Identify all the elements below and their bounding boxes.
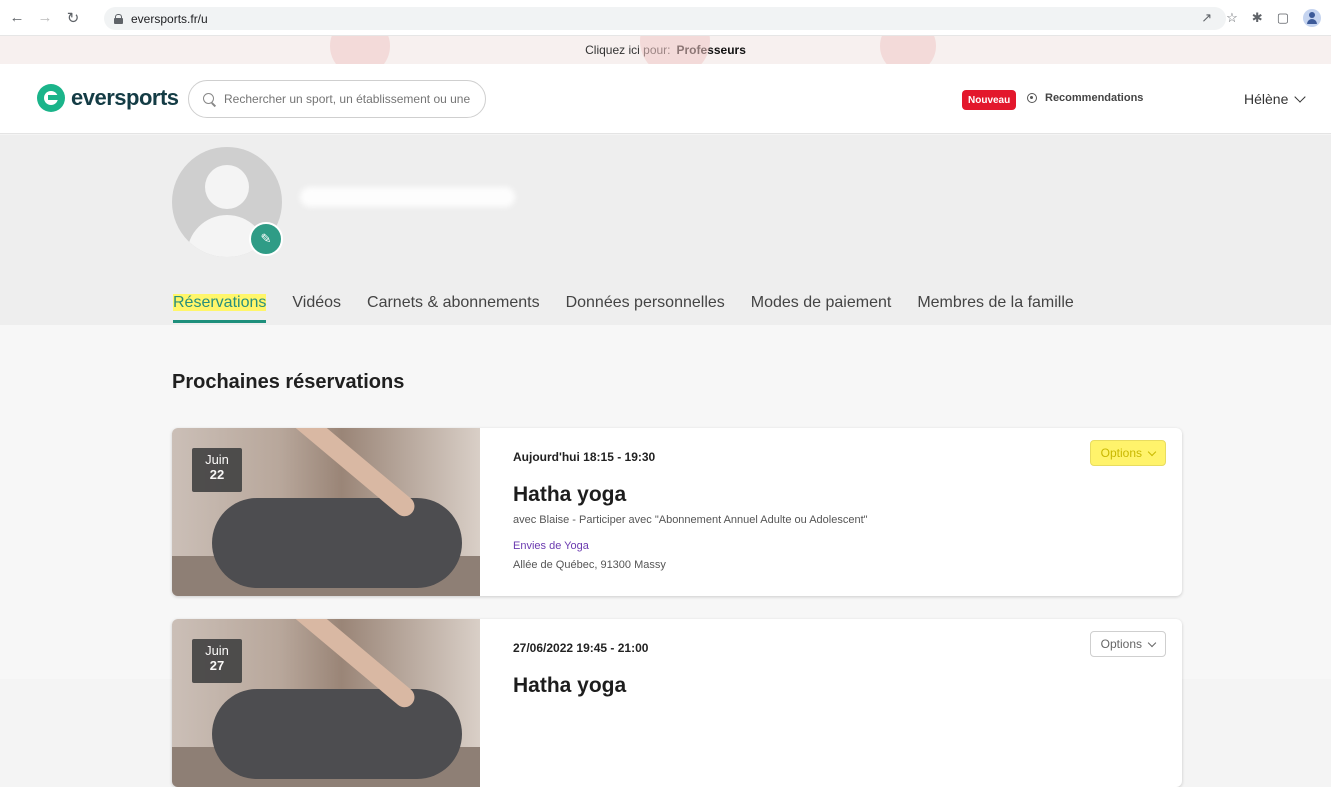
booking-title[interactable]: Hatha yoga [513,674,626,698]
extensions-icon[interactable]: ✱ [1252,10,1263,26]
search-icon [203,92,216,106]
bookmark-star-icon[interactable]: ☆ [1226,10,1238,26]
tab-videos[interactable]: Vidéos [292,294,341,323]
chevron-down-icon [1147,447,1157,456]
profile-tabs: Réservations Vidéos Carnets & abonnement… [173,294,1100,323]
reload-icon[interactable]: ↻ [62,7,84,29]
date-badge: Juin 27 [192,639,242,683]
main-content: Prochaines réservations Juin 22 Aujourd'… [0,325,1331,787]
lock-icon [114,13,123,24]
address-bar[interactable]: eversports.fr/u [104,7,1226,30]
booking-subtitle: avec Blaise - Participer avec "Abonnemen… [513,514,868,526]
booking-title[interactable]: Hatha yoga [513,483,626,507]
logo-text: eversports [71,85,179,110]
options-button[interactable]: Options [1089,631,1166,657]
tab-reservations[interactable]: Réservations [173,294,267,323]
venue-link[interactable]: Envies de Yoga [513,540,589,552]
logo[interactable]: eversports [37,84,179,112]
chevron-down-icon [1294,91,1307,103]
sidepanel-icon[interactable]: ▢ [1277,10,1289,26]
back-icon[interactable]: ← [6,7,28,29]
booking-card[interactable]: Juin 27 27/06/2022 19:45 - 21:00 Hatha y… [172,619,1182,787]
profile-icon[interactable] [1303,9,1321,27]
decor-bubble [330,36,390,64]
tab-carnets[interactable]: Carnets & abonnements [367,294,540,323]
profile-section: ✎ Réservations Vidéos Carnets & abonneme… [0,135,1331,325]
site-header: eversports Nouveau Recommendations Hélèn… [0,64,1331,134]
booking-time: 27/06/2022 19:45 - 21:00 [513,641,649,655]
recommendations-label: Recommendations [1045,92,1144,104]
pencil-icon: ✎ [260,231,272,246]
promo-banner[interactable]: Cliquez ici pour: Professeurs [0,36,1331,64]
search-input[interactable] [224,92,474,106]
user-menu[interactable]: Hélène [1244,91,1307,107]
date-badge: Juin 22 [192,448,242,492]
tab-donnees[interactable]: Données personnelles [566,294,725,323]
decor-bubble [880,36,936,64]
new-badge: Nouveau [962,90,1017,110]
tab-paiement[interactable]: Modes de paiement [751,294,892,323]
share-icon[interactable]: ↗ [1201,10,1212,26]
redacted-name [300,187,515,207]
target-icon [1027,93,1037,103]
recommendations-link[interactable]: Recommendations [1027,92,1143,104]
class-image: Juin 27 [172,619,480,787]
chevron-down-icon [1147,638,1157,647]
search-box[interactable] [188,80,486,118]
booking-card[interactable]: Juin 22 Aujourd'hui 18:15 - 19:30 Hatha … [172,428,1182,596]
section-title: Prochaines réservations [172,371,405,393]
tab-famille[interactable]: Membres de la famille [917,294,1074,323]
browser-toolbar: ← → ↻ eversports.fr/u ↗ ☆ ✱ ▢ [0,0,1331,36]
eversports-logo-icon [37,84,65,112]
decor-bubble [640,36,710,64]
user-name: Hélène [1244,91,1289,107]
url-text: eversports.fr/u [131,11,208,26]
booking-time: Aujourd'hui 18:15 - 19:30 [513,450,656,464]
class-image: Juin 22 [172,428,480,596]
venue-address: Allée de Québec, 91300 Massy [513,559,666,571]
edit-avatar-button[interactable]: ✎ [249,222,283,256]
forward-icon[interactable]: → [34,7,56,29]
options-button[interactable]: Options [1089,440,1166,466]
